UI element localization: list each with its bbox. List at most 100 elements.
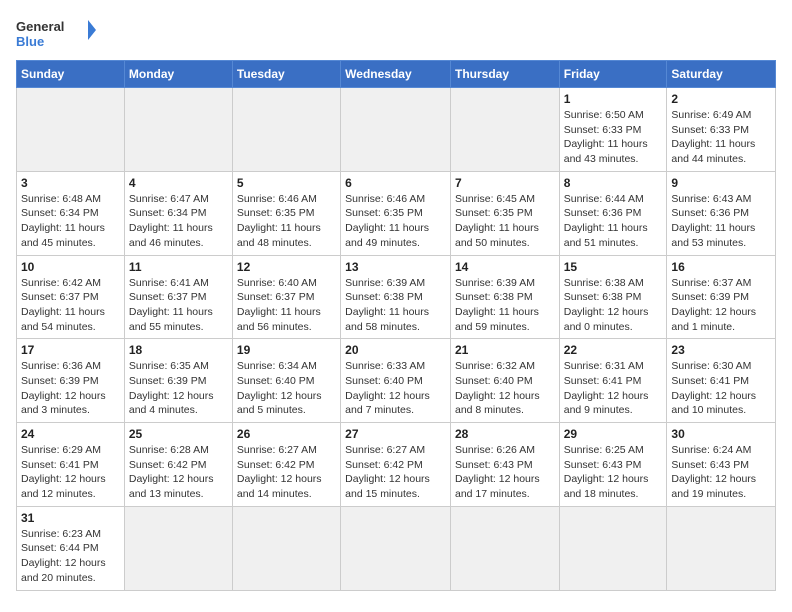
calendar-cell: 19 Sunrise: 6:34 AM Sunset: 6:40 PM Dayli…: [232, 339, 340, 423]
weekday-header-monday: Monday: [124, 61, 232, 88]
day-info: Sunrise: 6:46 AM Sunset: 6:35 PM Dayligh…: [237, 192, 336, 251]
day-info: Sunrise: 6:29 AM Sunset: 6:41 PM Dayligh…: [21, 443, 120, 502]
day-number: 30: [671, 427, 771, 441]
weekday-header-tuesday: Tuesday: [232, 61, 340, 88]
day-info: Sunrise: 6:43 AM Sunset: 6:36 PM Dayligh…: [671, 192, 771, 251]
calendar-cell: 5 Sunrise: 6:46 AM Sunset: 6:35 PM Daylig…: [232, 171, 340, 255]
calendar-cell: [667, 506, 776, 590]
calendar-cell: 31Sunrise: 6:23 AM Sunset: 6:44 PM Dayli…: [17, 506, 125, 590]
calendar-week-0: 1 Sunrise: 6:50 AM Sunset: 6:33 PM Daylig…: [17, 88, 776, 172]
day-info: Sunrise: 6:32 AM Sunset: 6:40 PM Dayligh…: [455, 359, 555, 418]
calendar-cell: 25 Sunrise: 6:28 AM Sunset: 6:42 PM Dayli…: [124, 423, 232, 507]
calendar-table: SundayMondayTuesdayWednesdayThursdayFrid…: [16, 60, 776, 591]
day-number: 18: [129, 343, 228, 357]
calendar-cell: [17, 88, 125, 172]
calendar-cell: 13Sunrise: 6:39 AM Sunset: 6:38 PM Dayli…: [341, 255, 451, 339]
day-info: Sunrise: 6:39 AM Sunset: 6:38 PM Dayligh…: [455, 276, 555, 335]
calendar-cell: [450, 506, 559, 590]
day-info: Sunrise: 6:45 AM Sunset: 6:35 PM Dayligh…: [455, 192, 555, 251]
calendar-cell: [341, 506, 451, 590]
generalblue-logo: General Blue: [16, 16, 96, 52]
day-info: Sunrise: 6:31 AM Sunset: 6:41 PM Dayligh…: [564, 359, 663, 418]
calendar-cell: 28Sunrise: 6:26 AM Sunset: 6:43 PM Dayli…: [450, 423, 559, 507]
calendar-cell: 20Sunrise: 6:33 AM Sunset: 6:40 PM Dayli…: [341, 339, 451, 423]
calendar-cell: 9 Sunrise: 6:43 AM Sunset: 6:36 PM Daylig…: [667, 171, 776, 255]
calendar-week-3: 17Sunrise: 6:36 AM Sunset: 6:39 PM Dayli…: [17, 339, 776, 423]
calendar-cell: 6Sunrise: 6:46 AM Sunset: 6:35 PM Daylig…: [341, 171, 451, 255]
calendar-cell: [232, 88, 340, 172]
calendar-week-4: 24 Sunrise: 6:29 AM Sunset: 6:41 PM Dayli…: [17, 423, 776, 507]
day-info: Sunrise: 6:24 AM Sunset: 6:43 PM Dayligh…: [671, 443, 771, 502]
calendar-week-1: 3Sunrise: 6:48 AM Sunset: 6:34 PM Daylig…: [17, 171, 776, 255]
calendar-cell: 12 Sunrise: 6:40 AM Sunset: 6:37 PM Dayli…: [232, 255, 340, 339]
day-number: 3: [21, 176, 120, 190]
calendar-cell: 21 Sunrise: 6:32 AM Sunset: 6:40 PM Dayli…: [450, 339, 559, 423]
day-number: 15: [564, 260, 663, 274]
day-number: 8: [564, 176, 663, 190]
calendar-cell: 17Sunrise: 6:36 AM Sunset: 6:39 PM Dayli…: [17, 339, 125, 423]
calendar-body: 1 Sunrise: 6:50 AM Sunset: 6:33 PM Daylig…: [17, 88, 776, 591]
calendar-cell: 11Sunrise: 6:41 AM Sunset: 6:37 PM Dayli…: [124, 255, 232, 339]
day-info: Sunrise: 6:25 AM Sunset: 6:43 PM Dayligh…: [564, 443, 663, 502]
day-number: 22: [564, 343, 663, 357]
calendar-cell: 26Sunrise: 6:27 AM Sunset: 6:42 PM Dayli…: [232, 423, 340, 507]
day-number: 20: [345, 343, 446, 357]
day-number: 5: [237, 176, 336, 190]
calendar-cell: 1 Sunrise: 6:50 AM Sunset: 6:33 PM Daylig…: [559, 88, 667, 172]
day-info: Sunrise: 6:50 AM Sunset: 6:33 PM Dayligh…: [564, 108, 663, 167]
day-number: 29: [564, 427, 663, 441]
calendar-cell: 10Sunrise: 6:42 AM Sunset: 6:37 PM Dayli…: [17, 255, 125, 339]
svg-text:General: General: [16, 19, 64, 34]
day-info: Sunrise: 6:34 AM Sunset: 6:40 PM Dayligh…: [237, 359, 336, 418]
day-number: 12: [237, 260, 336, 274]
day-info: Sunrise: 6:30 AM Sunset: 6:41 PM Dayligh…: [671, 359, 771, 418]
calendar-cell: [232, 506, 340, 590]
weekday-header-friday: Friday: [559, 61, 667, 88]
calendar-cell: 22 Sunrise: 6:31 AM Sunset: 6:41 PM Dayli…: [559, 339, 667, 423]
day-number: 17: [21, 343, 120, 357]
day-info: Sunrise: 6:23 AM Sunset: 6:44 PM Dayligh…: [21, 527, 120, 586]
day-info: Sunrise: 6:37 AM Sunset: 6:39 PM Dayligh…: [671, 276, 771, 335]
day-number: 1: [564, 92, 663, 106]
calendar-cell: [450, 88, 559, 172]
calendar-cell: 14 Sunrise: 6:39 AM Sunset: 6:38 PM Dayli…: [450, 255, 559, 339]
day-number: 7: [455, 176, 555, 190]
calendar-cell: 27Sunrise: 6:27 AM Sunset: 6:42 PM Dayli…: [341, 423, 451, 507]
day-info: Sunrise: 6:39 AM Sunset: 6:38 PM Dayligh…: [345, 276, 446, 335]
calendar-cell: 30 Sunrise: 6:24 AM Sunset: 6:43 PM Dayli…: [667, 423, 776, 507]
calendar-cell: 8 Sunrise: 6:44 AM Sunset: 6:36 PM Daylig…: [559, 171, 667, 255]
calendar-header: SundayMondayTuesdayWednesdayThursdayFrid…: [17, 61, 776, 88]
weekday-header-saturday: Saturday: [667, 61, 776, 88]
calendar-cell: 23Sunrise: 6:30 AM Sunset: 6:41 PM Dayli…: [667, 339, 776, 423]
day-info: Sunrise: 6:47 AM Sunset: 6:34 PM Dayligh…: [129, 192, 228, 251]
calendar-cell: 16Sunrise: 6:37 AM Sunset: 6:39 PM Dayli…: [667, 255, 776, 339]
day-number: 2: [671, 92, 771, 106]
day-info: Sunrise: 6:44 AM Sunset: 6:36 PM Dayligh…: [564, 192, 663, 251]
calendar-cell: [124, 506, 232, 590]
day-number: 4: [129, 176, 228, 190]
calendar-week-2: 10Sunrise: 6:42 AM Sunset: 6:37 PM Dayli…: [17, 255, 776, 339]
logo: General Blue: [16, 16, 96, 52]
day-number: 24: [21, 427, 120, 441]
calendar-cell: 4 Sunrise: 6:47 AM Sunset: 6:34 PM Daylig…: [124, 171, 232, 255]
calendar-cell: 2 Sunrise: 6:49 AM Sunset: 6:33 PM Daylig…: [667, 88, 776, 172]
calendar-cell: 7 Sunrise: 6:45 AM Sunset: 6:35 PM Daylig…: [450, 171, 559, 255]
calendar-cell: 18 Sunrise: 6:35 AM Sunset: 6:39 PM Dayli…: [124, 339, 232, 423]
weekday-header-wednesday: Wednesday: [341, 61, 451, 88]
calendar-cell: 15Sunrise: 6:38 AM Sunset: 6:38 PM Dayli…: [559, 255, 667, 339]
weekday-header-sunday: Sunday: [17, 61, 125, 88]
day-info: Sunrise: 6:49 AM Sunset: 6:33 PM Dayligh…: [671, 108, 771, 167]
day-info: Sunrise: 6:28 AM Sunset: 6:42 PM Dayligh…: [129, 443, 228, 502]
day-number: 25: [129, 427, 228, 441]
day-info: Sunrise: 6:40 AM Sunset: 6:37 PM Dayligh…: [237, 276, 336, 335]
calendar-cell: 24 Sunrise: 6:29 AM Sunset: 6:41 PM Dayli…: [17, 423, 125, 507]
day-number: 14: [455, 260, 555, 274]
day-number: 26: [237, 427, 336, 441]
day-number: 9: [671, 176, 771, 190]
day-number: 21: [455, 343, 555, 357]
svg-text:Blue: Blue: [16, 34, 44, 49]
day-info: Sunrise: 6:35 AM Sunset: 6:39 PM Dayligh…: [129, 359, 228, 418]
day-number: 19: [237, 343, 336, 357]
weekday-header-thursday: Thursday: [450, 61, 559, 88]
day-info: Sunrise: 6:26 AM Sunset: 6:43 PM Dayligh…: [455, 443, 555, 502]
